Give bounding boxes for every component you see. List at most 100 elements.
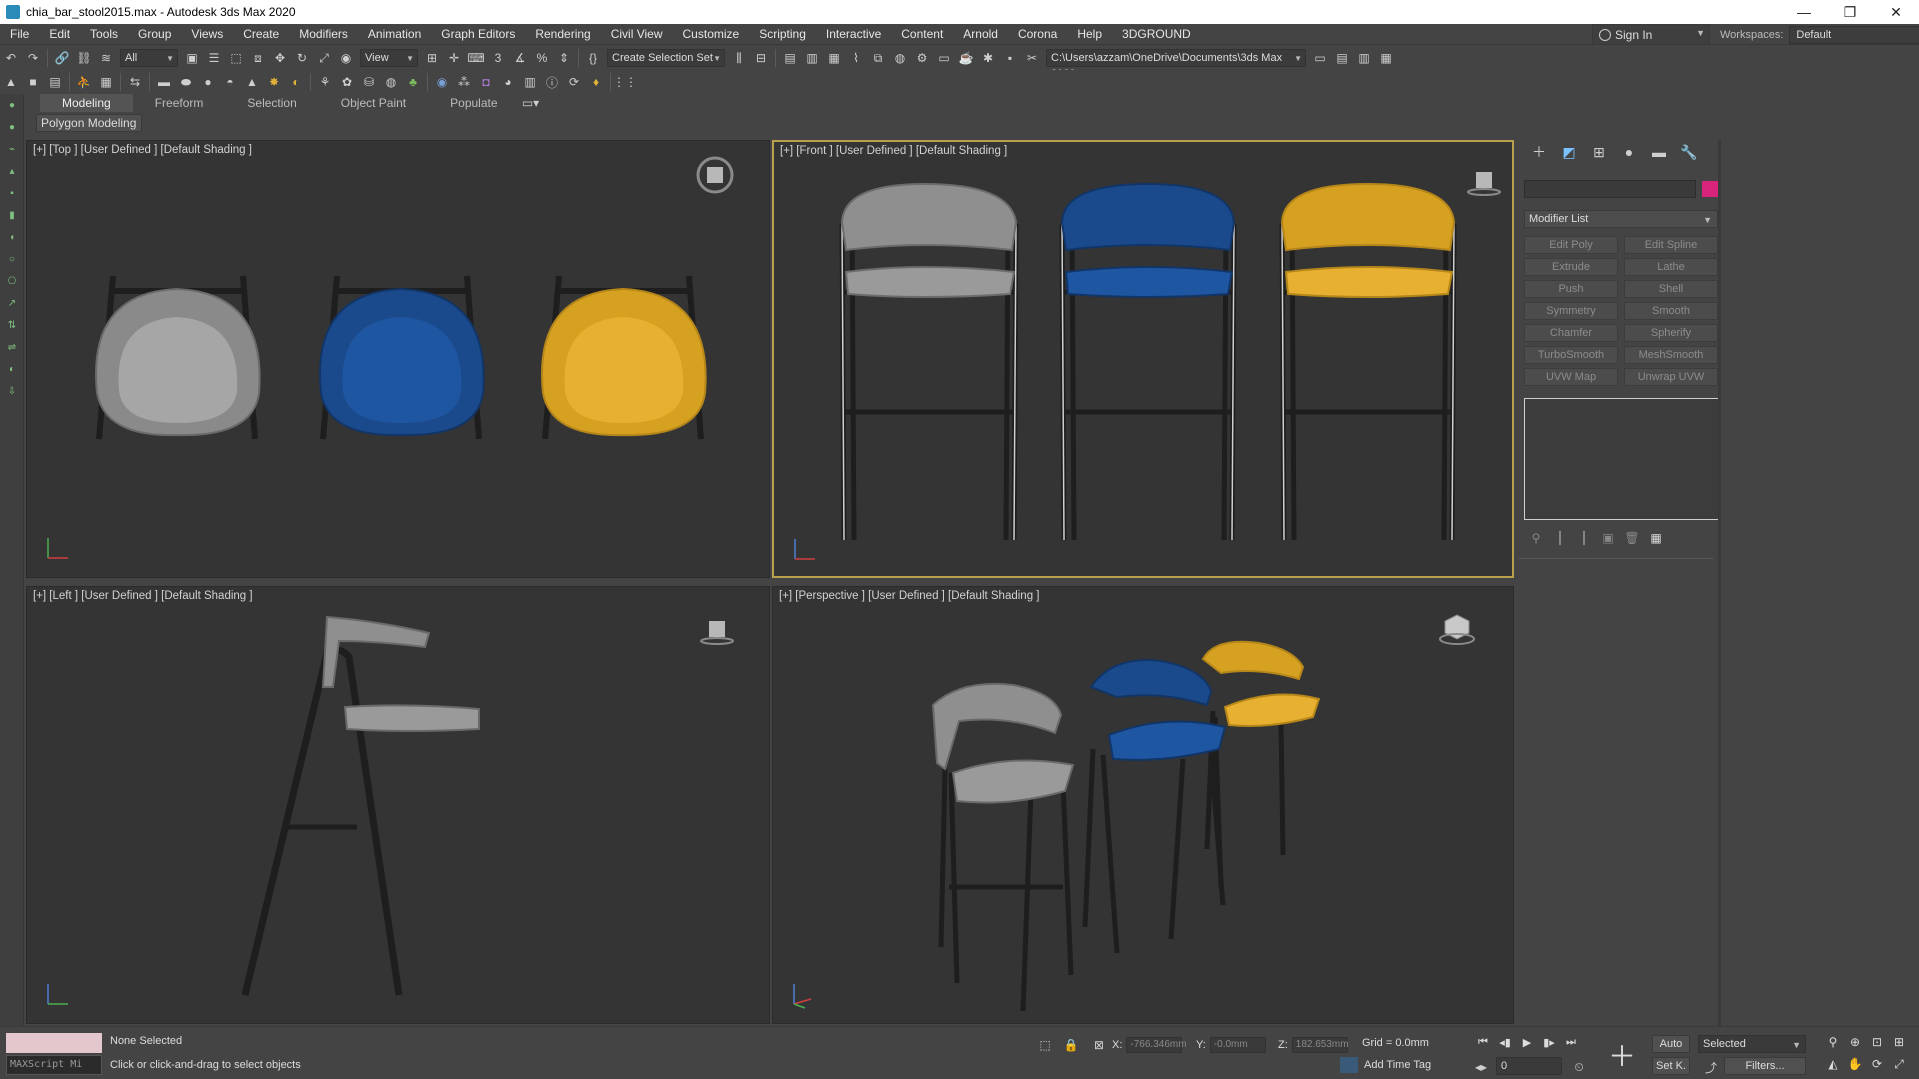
menu-civil-view[interactable]: Civil View	[601, 24, 673, 45]
select-object-icon[interactable]: ▣	[182, 48, 202, 68]
close-button[interactable]: ✕	[1873, 0, 1919, 24]
create-strip-icon[interactable]: ●	[0, 94, 24, 116]
lathe-button[interactable]: Lathe	[1624, 258, 1718, 276]
configure-sets-icon[interactable]: ▦	[1644, 528, 1668, 548]
delete-icon[interactable]: 🗑	[1620, 528, 1644, 548]
lightbulb-icon[interactable]: ♦	[586, 72, 606, 92]
mirror-icon[interactable]: ⫼	[729, 48, 749, 68]
menu-group[interactable]: Group	[128, 24, 181, 45]
ribbon-options-icon[interactable]: ▭▾	[521, 93, 541, 113]
link-strip-icon[interactable]: ⌁	[0, 138, 24, 160]
time-config-icon[interactable]: ⏲	[1569, 1057, 1589, 1077]
render-production-icon[interactable]: ☕	[956, 48, 976, 68]
key-mode-icon[interactable]: ◂▸	[1471, 1057, 1491, 1077]
plane-icon[interactable]: ▬	[154, 72, 174, 92]
spinner-snap-icon[interactable]: ⇕	[554, 48, 574, 68]
move-icon[interactable]: ✥	[270, 48, 290, 68]
menu-interactive[interactable]: Interactive	[816, 24, 891, 45]
corona-converter-icon[interactable]: ◕	[498, 72, 518, 92]
render-iterative-icon[interactable]: ✱	[978, 48, 998, 68]
project-folder-select[interactable]: C:\Users\azzam\OneDrive\Documents\3ds Ma…	[1046, 49, 1306, 80]
show-end-result-icon[interactable]: ┃	[1548, 528, 1572, 548]
maximize-viewport-icon[interactable]: ⤢	[1888, 1055, 1910, 1073]
sort-strip-icon[interactable]: ⇅	[0, 314, 24, 336]
scatter-icon[interactable]: ✿	[337, 72, 357, 92]
menu-arnold[interactable]: Arnold	[953, 24, 1008, 45]
motion-tab-icon[interactable]: ●	[1614, 141, 1644, 163]
polygon-modeling-panel[interactable]: Polygon Modeling	[36, 114, 142, 132]
transform-mode-icon[interactable]: ⊠	[1089, 1035, 1109, 1055]
select-manipulate-icon[interactable]: ✛	[444, 48, 464, 68]
command-panel-scrollbar[interactable]	[1718, 140, 1721, 1030]
modifier-list-select[interactable]: Modifier List ▼	[1524, 210, 1718, 228]
tab-modeling[interactable]: Modeling	[40, 94, 133, 112]
spherify-button[interactable]: Spherify	[1624, 324, 1718, 342]
curve-editor-icon[interactable]: ⌇	[846, 48, 866, 68]
zoom-extents-icon[interactable]: ⊡	[1866, 1033, 1888, 1051]
chair-left-side[interactable]	[241, 615, 480, 996]
grid-icon[interactable]: ⋮⋮	[613, 72, 637, 92]
cylinder-icon[interactable]: ⬬	[176, 72, 196, 92]
uvw-map-button[interactable]: UVW Map	[1524, 368, 1618, 386]
y-field[interactable]: -0.0mm	[1209, 1037, 1266, 1053]
menu-views[interactable]: Views	[181, 24, 233, 45]
smooth-button[interactable]: Smooth	[1624, 302, 1718, 320]
tools-icon[interactable]: ✂	[1022, 48, 1042, 68]
previous-frame-icon[interactable]: ◂▮	[1494, 1033, 1516, 1051]
rotate-icon[interactable]: ↻	[292, 48, 312, 68]
menu-content[interactable]: Content	[891, 24, 953, 45]
layer-strip-icon[interactable]: ⎔	[0, 270, 24, 292]
collapse-strip-icon[interactable]: ⇩	[0, 380, 24, 402]
menu-edit[interactable]: Edit	[39, 24, 80, 45]
go-to-end-icon[interactable]: ⏭	[1560, 1033, 1582, 1051]
chair-persp-blue[interactable]	[1082, 659, 1227, 954]
snapshot-icon[interactable]: ▦	[96, 72, 116, 92]
selection-filter-select[interactable]: All ▼	[120, 49, 178, 67]
selection-set-select[interactable]: Create Selection Set ▼	[607, 49, 725, 67]
extrude-button[interactable]: Extrude	[1524, 258, 1618, 276]
hierarchy-tab-icon[interactable]: ⊞	[1584, 141, 1614, 163]
play-icon[interactable]: ▶	[1516, 1033, 1538, 1051]
modify-strip-icon[interactable]: ●	[0, 116, 24, 138]
modifier-stack[interactable]	[1524, 398, 1720, 520]
menu-tools[interactable]: Tools	[80, 24, 128, 45]
open-icon[interactable]: ▲	[1, 72, 21, 92]
scene-explorer-icon[interactable]: ▤	[780, 48, 800, 68]
motion-strip-icon[interactable]: ▪	[0, 182, 24, 204]
zoom-extents-all-icon[interactable]: ⊞	[1888, 1033, 1910, 1051]
save-icon[interactable]: ■	[23, 72, 43, 92]
rect-selection-icon[interactable]: ⬚	[226, 48, 246, 68]
lock-selection-icon[interactable]: 🔒	[1061, 1035, 1081, 1055]
tab-selection[interactable]: Selection	[225, 94, 318, 112]
viewport-front[interactable]: [+] [Front ] [User Defined ] [Default Sh…	[772, 140, 1514, 578]
scale-icon[interactable]: ⤢	[314, 48, 334, 68]
light-icon[interactable]: ◐	[286, 72, 306, 92]
ribbon-toggle-icon[interactable]: ▦	[824, 48, 844, 68]
chamfer-button[interactable]: Chamfer	[1524, 324, 1618, 342]
arrange-icon[interactable]: ⇆	[125, 72, 145, 92]
menu-corona[interactable]: Corona	[1008, 24, 1067, 45]
angle-snap-icon[interactable]: ∡	[510, 48, 530, 68]
object-name-field[interactable]	[1524, 180, 1696, 198]
menu-file[interactable]: File	[0, 24, 39, 45]
unwrap-uvw-button[interactable]: Unwrap UVW	[1624, 368, 1718, 386]
unlink-icon[interactable]: ⛓	[74, 48, 94, 68]
tab-populate[interactable]: Populate	[428, 94, 519, 112]
chair-front-yellow[interactable]	[1279, 182, 1457, 541]
chair-front-blue[interactable]	[1059, 182, 1237, 541]
x-field[interactable]: -766.346mm	[1126, 1037, 1187, 1053]
align-icon[interactable]: ⊟	[751, 48, 771, 68]
edit-poly-button[interactable]: Edit Poly	[1524, 236, 1618, 254]
auto-key-button[interactable]: Auto	[1652, 1035, 1690, 1053]
info-icon[interactable]: ⓘ	[542, 72, 562, 92]
chair-top-yellow[interactable]	[541, 275, 707, 440]
orbit-icon[interactable]: ⟳	[1866, 1055, 1888, 1073]
isolate-icon[interactable]: ⬚	[1035, 1035, 1055, 1055]
set-key-plus-icon[interactable]: ＋	[1606, 1039, 1638, 1072]
restore-button[interactable]: ❐	[1827, 0, 1873, 24]
batch-icon[interactable]: ▥	[520, 72, 540, 92]
tab-freeform[interactable]: Freeform	[133, 94, 226, 112]
menu-graph-editors[interactable]: Graph Editors	[431, 24, 525, 45]
menu-modifiers[interactable]: Modifiers	[289, 24, 358, 45]
set-key-button[interactable]: Set K.	[1652, 1057, 1690, 1075]
